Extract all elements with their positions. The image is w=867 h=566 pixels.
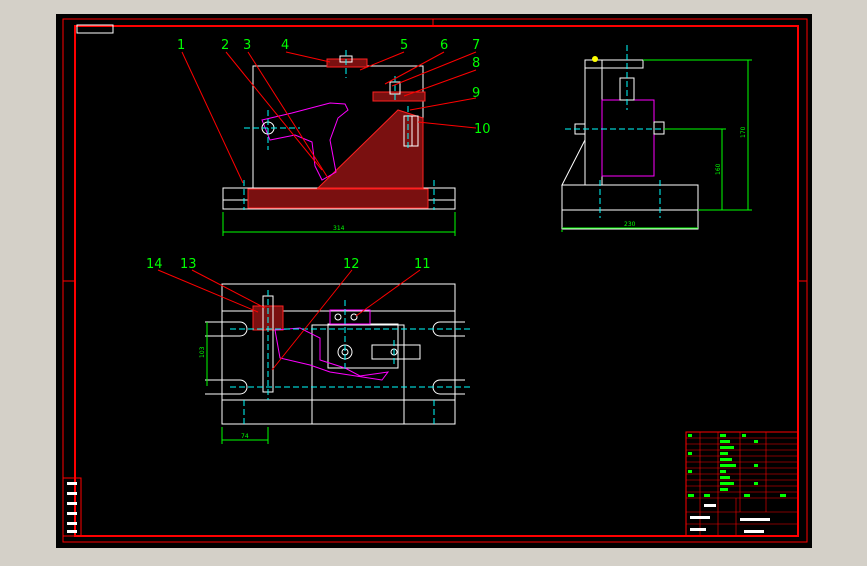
cad-viewport[interactable]: 1 2 3 4 5 6 7 8 9 10 314 170 160 230 14 …: [0, 0, 867, 562]
dim-side-height-outer: 170: [740, 126, 747, 138]
balloon-11: 11: [414, 257, 431, 272]
balloon-5: 5: [400, 38, 408, 53]
balloon-2: 2: [221, 38, 229, 53]
balloon-9: 9: [472, 86, 480, 101]
dim-side-width: 230: [624, 221, 636, 228]
balloon-10: 10: [474, 122, 491, 137]
balloon-14: 14: [146, 257, 163, 272]
balloon-4: 4: [281, 38, 289, 53]
base-section-hatch: [247, 188, 429, 209]
top-clamp-bar: [326, 58, 368, 68]
dim-side-height-inner: 160: [715, 163, 722, 175]
dim-top-offset: 74: [241, 433, 249, 440]
balloon-8: 8: [472, 56, 480, 71]
balloon-13: 13: [180, 257, 197, 272]
balloon-6: 6: [440, 38, 448, 53]
right-clamp-bar: [372, 91, 426, 102]
dim-top-height: 103: [199, 346, 206, 358]
drawing-canvas: 1 2 3 4 5 6 7 8 9 10 314 170 160 230 14 …: [0, 0, 867, 562]
balloon-7: 7: [472, 38, 480, 53]
balloon-12: 12: [343, 257, 360, 272]
balloon-1: 1: [177, 38, 185, 53]
dim-front-width: 314: [333, 225, 345, 232]
balloon-3: 3: [243, 38, 251, 53]
